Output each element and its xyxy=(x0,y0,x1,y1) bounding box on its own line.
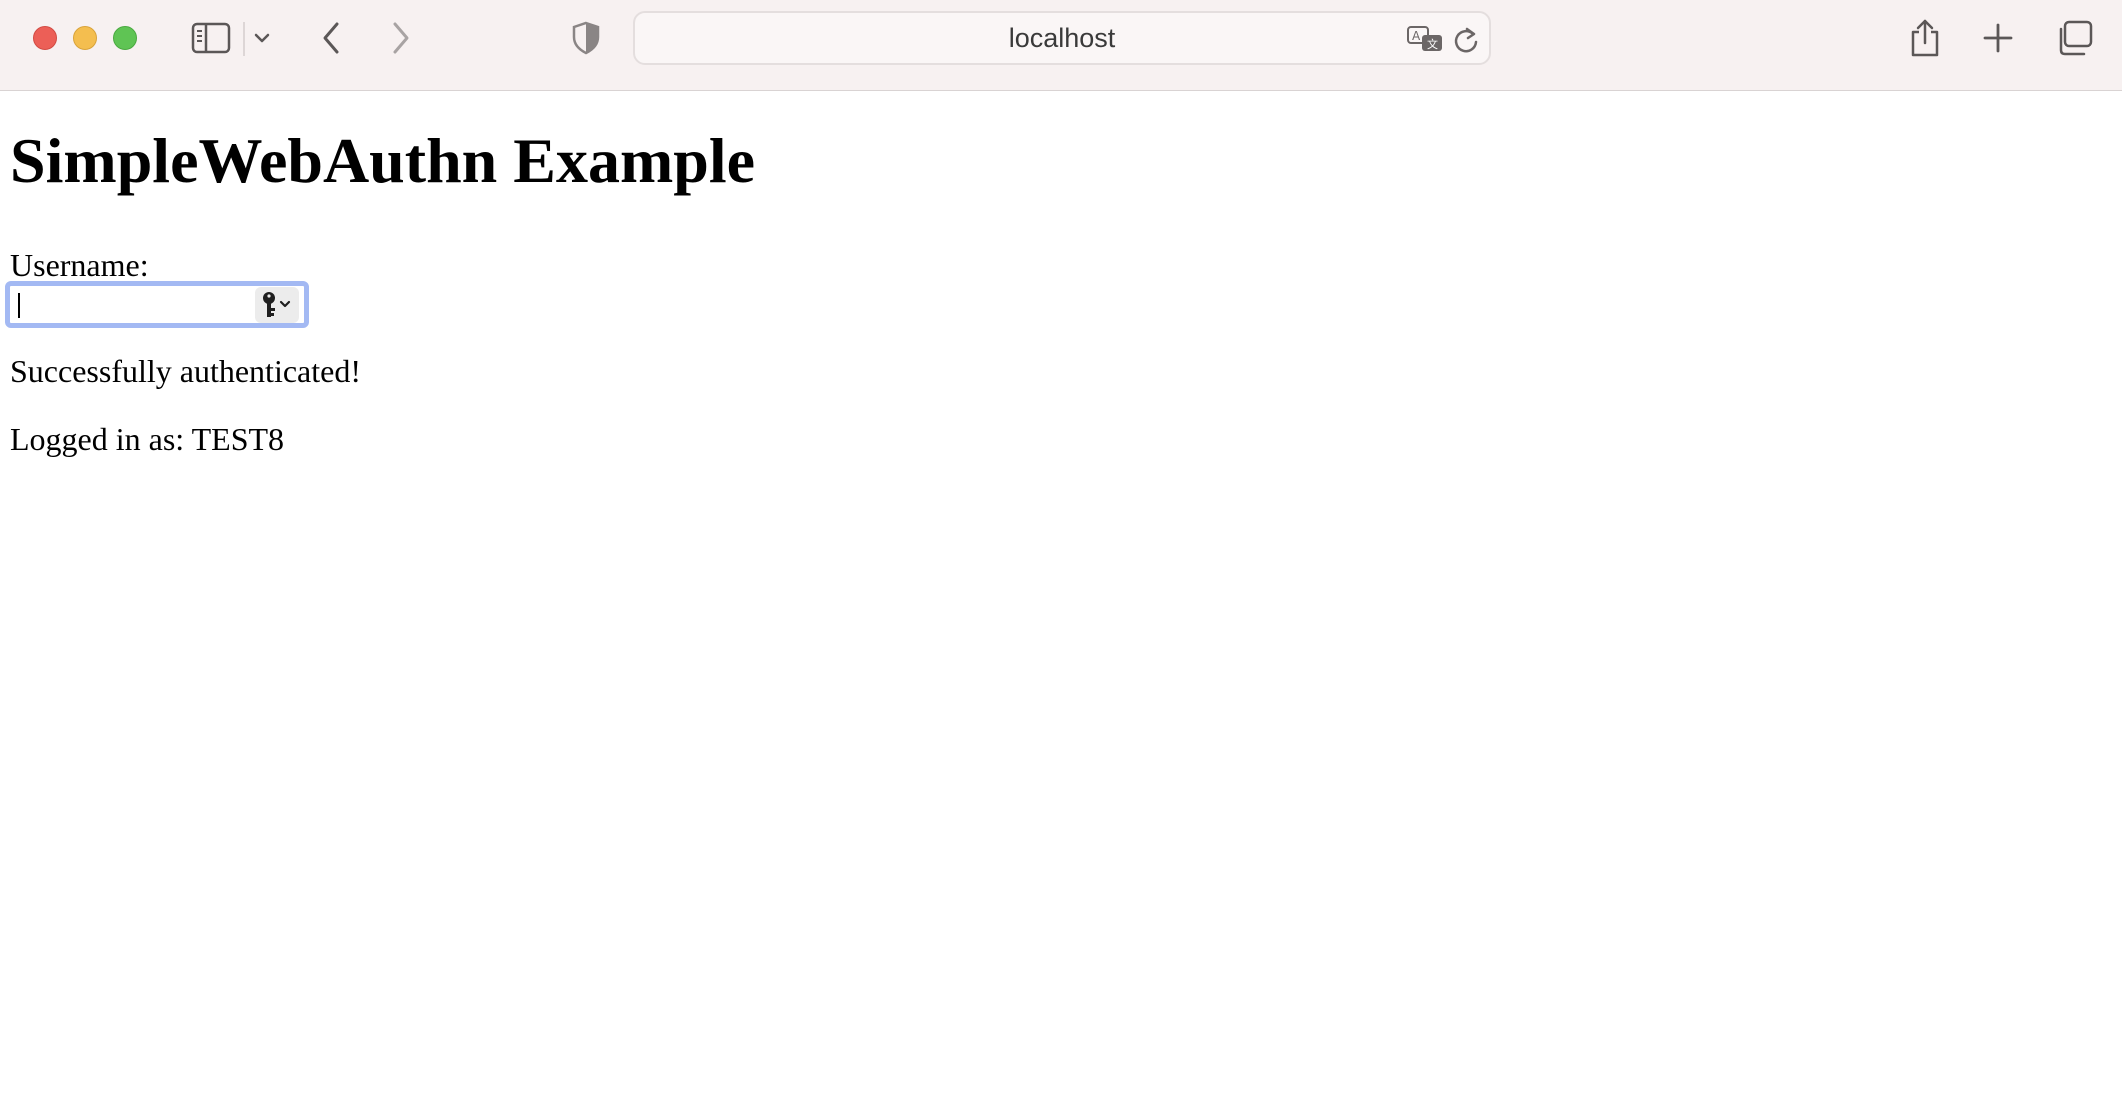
username-field[interactable] xyxy=(5,281,309,328)
sidebar-toggle-button[interactable] xyxy=(189,17,233,59)
chevron-right-icon xyxy=(393,22,409,54)
back-button[interactable] xyxy=(316,17,346,59)
chevron-left-icon xyxy=(323,22,339,54)
new-tab-button[interactable] xyxy=(1980,17,2016,59)
tabs-overview-icon xyxy=(2059,20,2093,56)
svg-text:A: A xyxy=(1412,29,1421,43)
window-minimize-button[interactable] xyxy=(73,26,97,50)
key-icon xyxy=(263,292,291,317)
svg-text:文: 文 xyxy=(1427,37,1438,51)
share-icon xyxy=(1911,19,1939,57)
toolbar-divider xyxy=(243,22,245,56)
translate-icon: A 文 xyxy=(1407,26,1442,51)
window-close-button[interactable] xyxy=(33,26,57,50)
privacy-report-button[interactable] xyxy=(570,17,602,59)
share-button[interactable] xyxy=(1907,17,1943,59)
text-cursor xyxy=(18,293,20,318)
sidebar-icon xyxy=(191,22,231,54)
forward-button[interactable] xyxy=(386,17,416,59)
reload-button[interactable] xyxy=(1452,25,1480,60)
chevron-down-icon xyxy=(254,33,270,43)
page-content: SimpleWebAuthn Example Username: Success… xyxy=(0,92,2122,1120)
logged-in-message: Logged in as: TEST8 xyxy=(10,421,285,457)
tab-group-menu-button[interactable] xyxy=(250,17,274,59)
shield-icon xyxy=(572,21,600,55)
username-input[interactable] xyxy=(13,288,253,321)
username-label: Username: xyxy=(10,247,149,283)
tab-overview-button[interactable] xyxy=(2054,17,2094,59)
address-text: localhost xyxy=(1008,22,1116,53)
reload-icon xyxy=(1454,27,1478,53)
translate-button[interactable]: A 文 xyxy=(1406,25,1444,58)
browser-toolbar: localhost A 文 xyxy=(0,0,2122,91)
page-title: SimpleWebAuthn Example xyxy=(10,125,756,196)
address-bar[interactable]: localhost A 文 xyxy=(633,11,1491,65)
auth-status-message: Successfully authenticated! xyxy=(10,353,361,389)
window-maximize-button[interactable] xyxy=(113,26,137,50)
passkey-autofill-button[interactable] xyxy=(255,287,299,323)
plus-icon xyxy=(1983,23,2013,53)
